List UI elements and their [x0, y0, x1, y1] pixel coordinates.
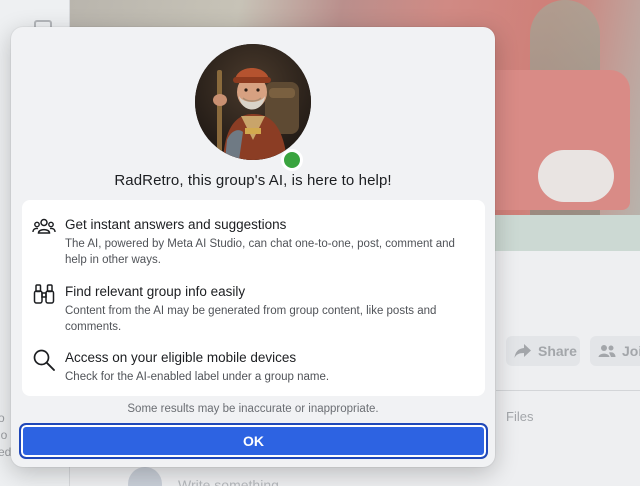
feature-heading: Access on your eligible mobile devices: [65, 350, 297, 365]
tab-files[interactable]: Files: [506, 409, 533, 424]
feature-heading: Get instant answers and suggestions: [65, 217, 287, 232]
ai-intro-dialog: RadRetro, this group's AI, is here to he…: [11, 27, 495, 467]
feature-description: Content from the AI may be generated fro…: [65, 305, 437, 333]
features-card: Get instant answers and suggestions The …: [22, 200, 485, 396]
cover-car-headlight: [538, 150, 614, 202]
feature-description: Check for the AI-enabled label under a g…: [65, 371, 330, 383]
composer-placeholder[interactable]: Write something...: [178, 477, 291, 486]
people-group-icon: [32, 218, 56, 234]
join-label: Joi: [622, 343, 640, 359]
share-button[interactable]: Share: [506, 336, 580, 366]
share-arrow-icon: [514, 344, 531, 358]
tab-divider: [496, 390, 640, 391]
search-icon: [33, 349, 55, 371]
ai-character-avatar: [195, 44, 311, 160]
ok-button[interactable]: OK: [19, 423, 488, 459]
share-label: Share: [538, 343, 577, 359]
online-status-dot: [281, 149, 303, 171]
binoculars-icon: [33, 284, 55, 304]
feature-description: The AI, powered by Meta AI Studio, can c…: [65, 238, 455, 266]
people-icon: [598, 345, 616, 357]
disclaimer-text: Some results may be inaccurate or inappr…: [127, 403, 379, 415]
feature-heading: Find relevant group info easily: [65, 284, 246, 299]
join-button[interactable]: Joi: [590, 336, 640, 366]
ai-avatar-container: [195, 44, 311, 171]
dialog-title: RadRetro, this group's AI, is here to he…: [114, 172, 392, 189]
